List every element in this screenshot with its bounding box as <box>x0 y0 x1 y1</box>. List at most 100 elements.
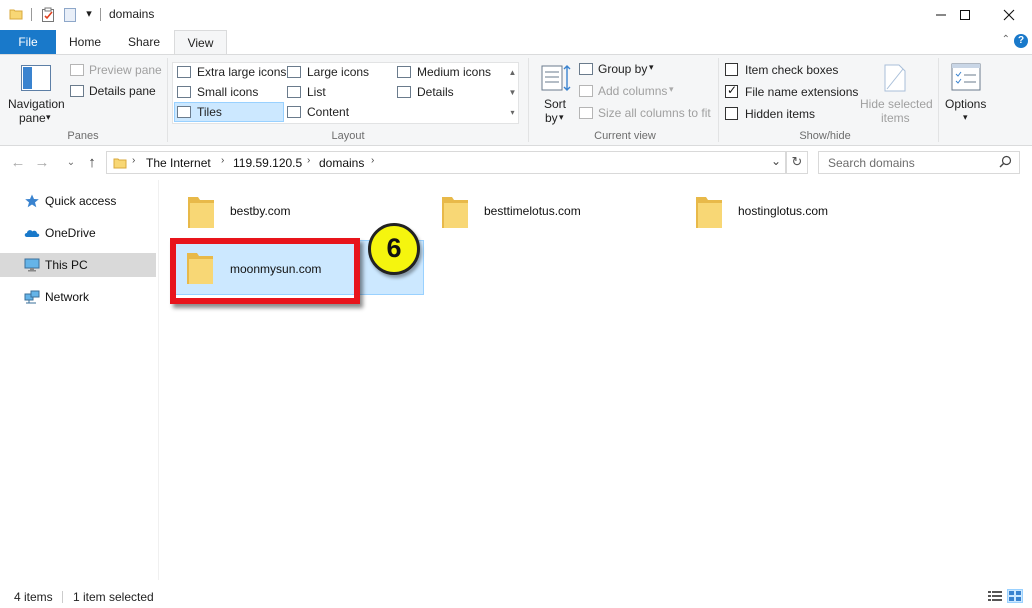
recent-locations-icon[interactable]: ⌄ <box>61 153 81 173</box>
show-hide-group-label: Show/hide <box>799 130 851 142</box>
layout-list[interactable]: List <box>287 85 387 101</box>
sort-by-button[interactable]: Sort by ▾ <box>537 61 573 129</box>
nav-item-onedrive[interactable]: OneDrive <box>0 221 156 245</box>
search-icon[interactable] <box>999 155 1012 171</box>
hide-selected-label: Hide selected <box>860 97 933 111</box>
large-icons-label: Large icons <box>307 65 370 79</box>
preview-pane-icon <box>70 64 84 76</box>
help-icon[interactable]: ? <box>1014 34 1028 48</box>
small-icons-icon <box>177 86 191 98</box>
details-pane-button[interactable]: Details pane <box>70 84 160 100</box>
pane-divider[interactable] <box>158 180 159 580</box>
highlight-box <box>170 238 360 304</box>
group-by-button[interactable]: Group by ▾ <box>579 62 679 78</box>
add-columns-button[interactable]: Add columns ▾ <box>579 84 679 100</box>
close-button[interactable] <box>986 0 1032 30</box>
address-bar[interactable]: › The Internet › 119.59.120.5 › domains … <box>106 151 786 174</box>
navigation-pane-label: Navigation <box>8 97 65 111</box>
content-icon <box>287 106 301 118</box>
collapse-ribbon-icon[interactable]: ⌃ <box>1002 34 1010 45</box>
back-arrow-icon[interactable]: ← <box>8 153 28 173</box>
details-view-button[interactable] <box>987 589 1003 603</box>
sort-by-label: by <box>545 111 558 125</box>
breadcrumb-ip[interactable]: 119.59.120.5 <box>233 156 302 170</box>
file-name-extensions-checkbox[interactable] <box>725 83 738 98</box>
group-separator <box>167 58 168 142</box>
panes-group-label: Panes <box>67 130 99 142</box>
hidden-items-checkbox[interactable] <box>725 107 738 120</box>
layout-large-icons[interactable]: Large icons <box>287 65 387 81</box>
add-columns-icon <box>579 85 593 97</box>
tab-home[interactable]: Home <box>60 30 110 54</box>
folder-icon[interactable] <box>9 7 23 21</box>
address-dropdown-icon[interactable]: ⌄ <box>771 154 781 168</box>
customize-quick-access-dropdown[interactable]: ▾ <box>84 6 94 22</box>
layout-tiles[interactable]: Tiles <box>177 105 277 121</box>
group-separator <box>528 58 529 142</box>
search-input[interactable] <box>819 152 989 173</box>
chevron-down-icon: ▾ <box>669 84 674 94</box>
layout-medium-icons[interactable]: Medium icons <box>397 65 507 81</box>
options-label: Options <box>945 97 987 111</box>
preview-pane-label: Preview pane <box>89 63 162 77</box>
breadcrumb-internet[interactable]: The Internet <box>146 156 211 170</box>
chevron-right-icon[interactable]: › <box>307 155 310 166</box>
file-name: bestby.com <box>230 204 291 218</box>
navigation-pane-button[interactable]: Navigation pane ▾ <box>6 59 66 129</box>
layout-small-icons[interactable]: Small icons <box>177 85 277 101</box>
up-arrow-icon[interactable]: ↑ <box>82 153 102 173</box>
refresh-button[interactable]: ↻ <box>786 151 808 174</box>
step-badge: 6 <box>368 223 420 275</box>
list-label: List <box>307 85 326 99</box>
layout-details[interactable]: Details <box>397 85 497 101</box>
layout-content[interactable]: Content <box>287 105 387 121</box>
tab-share[interactable]: Share <box>118 30 170 54</box>
hide-selected-items-button[interactable]: Hide selected items <box>857 61 933 129</box>
chevron-right-icon[interactable]: › <box>132 155 135 166</box>
selection-count: 1 item selected <box>73 590 154 604</box>
tab-file[interactable]: File <box>0 30 56 54</box>
tab-view[interactable]: View <box>174 30 227 55</box>
chevron-right-icon[interactable]: › <box>371 155 374 166</box>
tiles-icon <box>177 106 191 118</box>
search-box[interactable] <box>818 151 1020 174</box>
layout-gallery-scroll[interactable]: ▲ ▼ ▾ <box>507 63 518 123</box>
file-name-extensions-toggle[interactable]: File name extensions <box>725 83 859 101</box>
quick-access-separator <box>31 8 32 21</box>
nav-item-label: Quick access <box>45 194 117 208</box>
tiles-view-button[interactable] <box>1007 589 1023 603</box>
file-tile-hostinglotus[interactable]: hostinglotus.com <box>684 184 934 240</box>
medium-icons-label: Medium icons <box>417 65 492 79</box>
preview-pane-button[interactable]: Preview pane <box>70 63 162 79</box>
chevron-right-icon[interactable]: › <box>221 155 224 166</box>
status-bar: 4 items 1 item selected <box>0 586 1032 608</box>
properties-icon[interactable] <box>41 7 55 22</box>
medium-icons-icon <box>397 66 411 78</box>
extra-large-icons-icon <box>177 66 191 78</box>
content-label: Content <box>307 105 350 119</box>
forward-arrow-icon[interactable]: → <box>32 153 52 173</box>
layout-extra-large-icons[interactable]: Extra large icons <box>177 65 287 81</box>
navigation-pane-icon <box>21 65 51 94</box>
nav-item-this-pc[interactable]: This PC <box>0 253 156 277</box>
new-folder-icon[interactable] <box>63 7 77 22</box>
maximize-button[interactable] <box>942 0 988 30</box>
hidden-items-toggle[interactable]: Hidden items <box>725 107 845 123</box>
list-icon <box>287 86 301 98</box>
sort-icon <box>541 63 571 96</box>
hide-selected-label-line2: items <box>881 111 910 125</box>
folder-icon <box>440 193 470 231</box>
size-columns-icon <box>579 107 593 119</box>
size-all-columns-button[interactable]: Size all columns to fit <box>579 106 719 122</box>
item-check-boxes-checkbox[interactable] <box>725 63 738 76</box>
breadcrumb-domains[interactable]: domains <box>319 156 364 170</box>
file-tile-besttimelotus[interactable]: besttimelotus.com <box>430 184 680 240</box>
file-name-extensions-label: File name extensions <box>745 85 859 99</box>
cloud-icon <box>24 225 40 241</box>
nav-item-quick-access[interactable]: Quick access <box>0 189 156 213</box>
options-button[interactable]: Options ▾ <box>942 61 990 129</box>
group-separator <box>718 58 719 142</box>
extra-large-icons-label: Extra large icons <box>197 65 287 79</box>
item-check-boxes-toggle[interactable]: Item check boxes <box>725 63 845 79</box>
nav-item-network[interactable]: Network <box>0 285 156 309</box>
